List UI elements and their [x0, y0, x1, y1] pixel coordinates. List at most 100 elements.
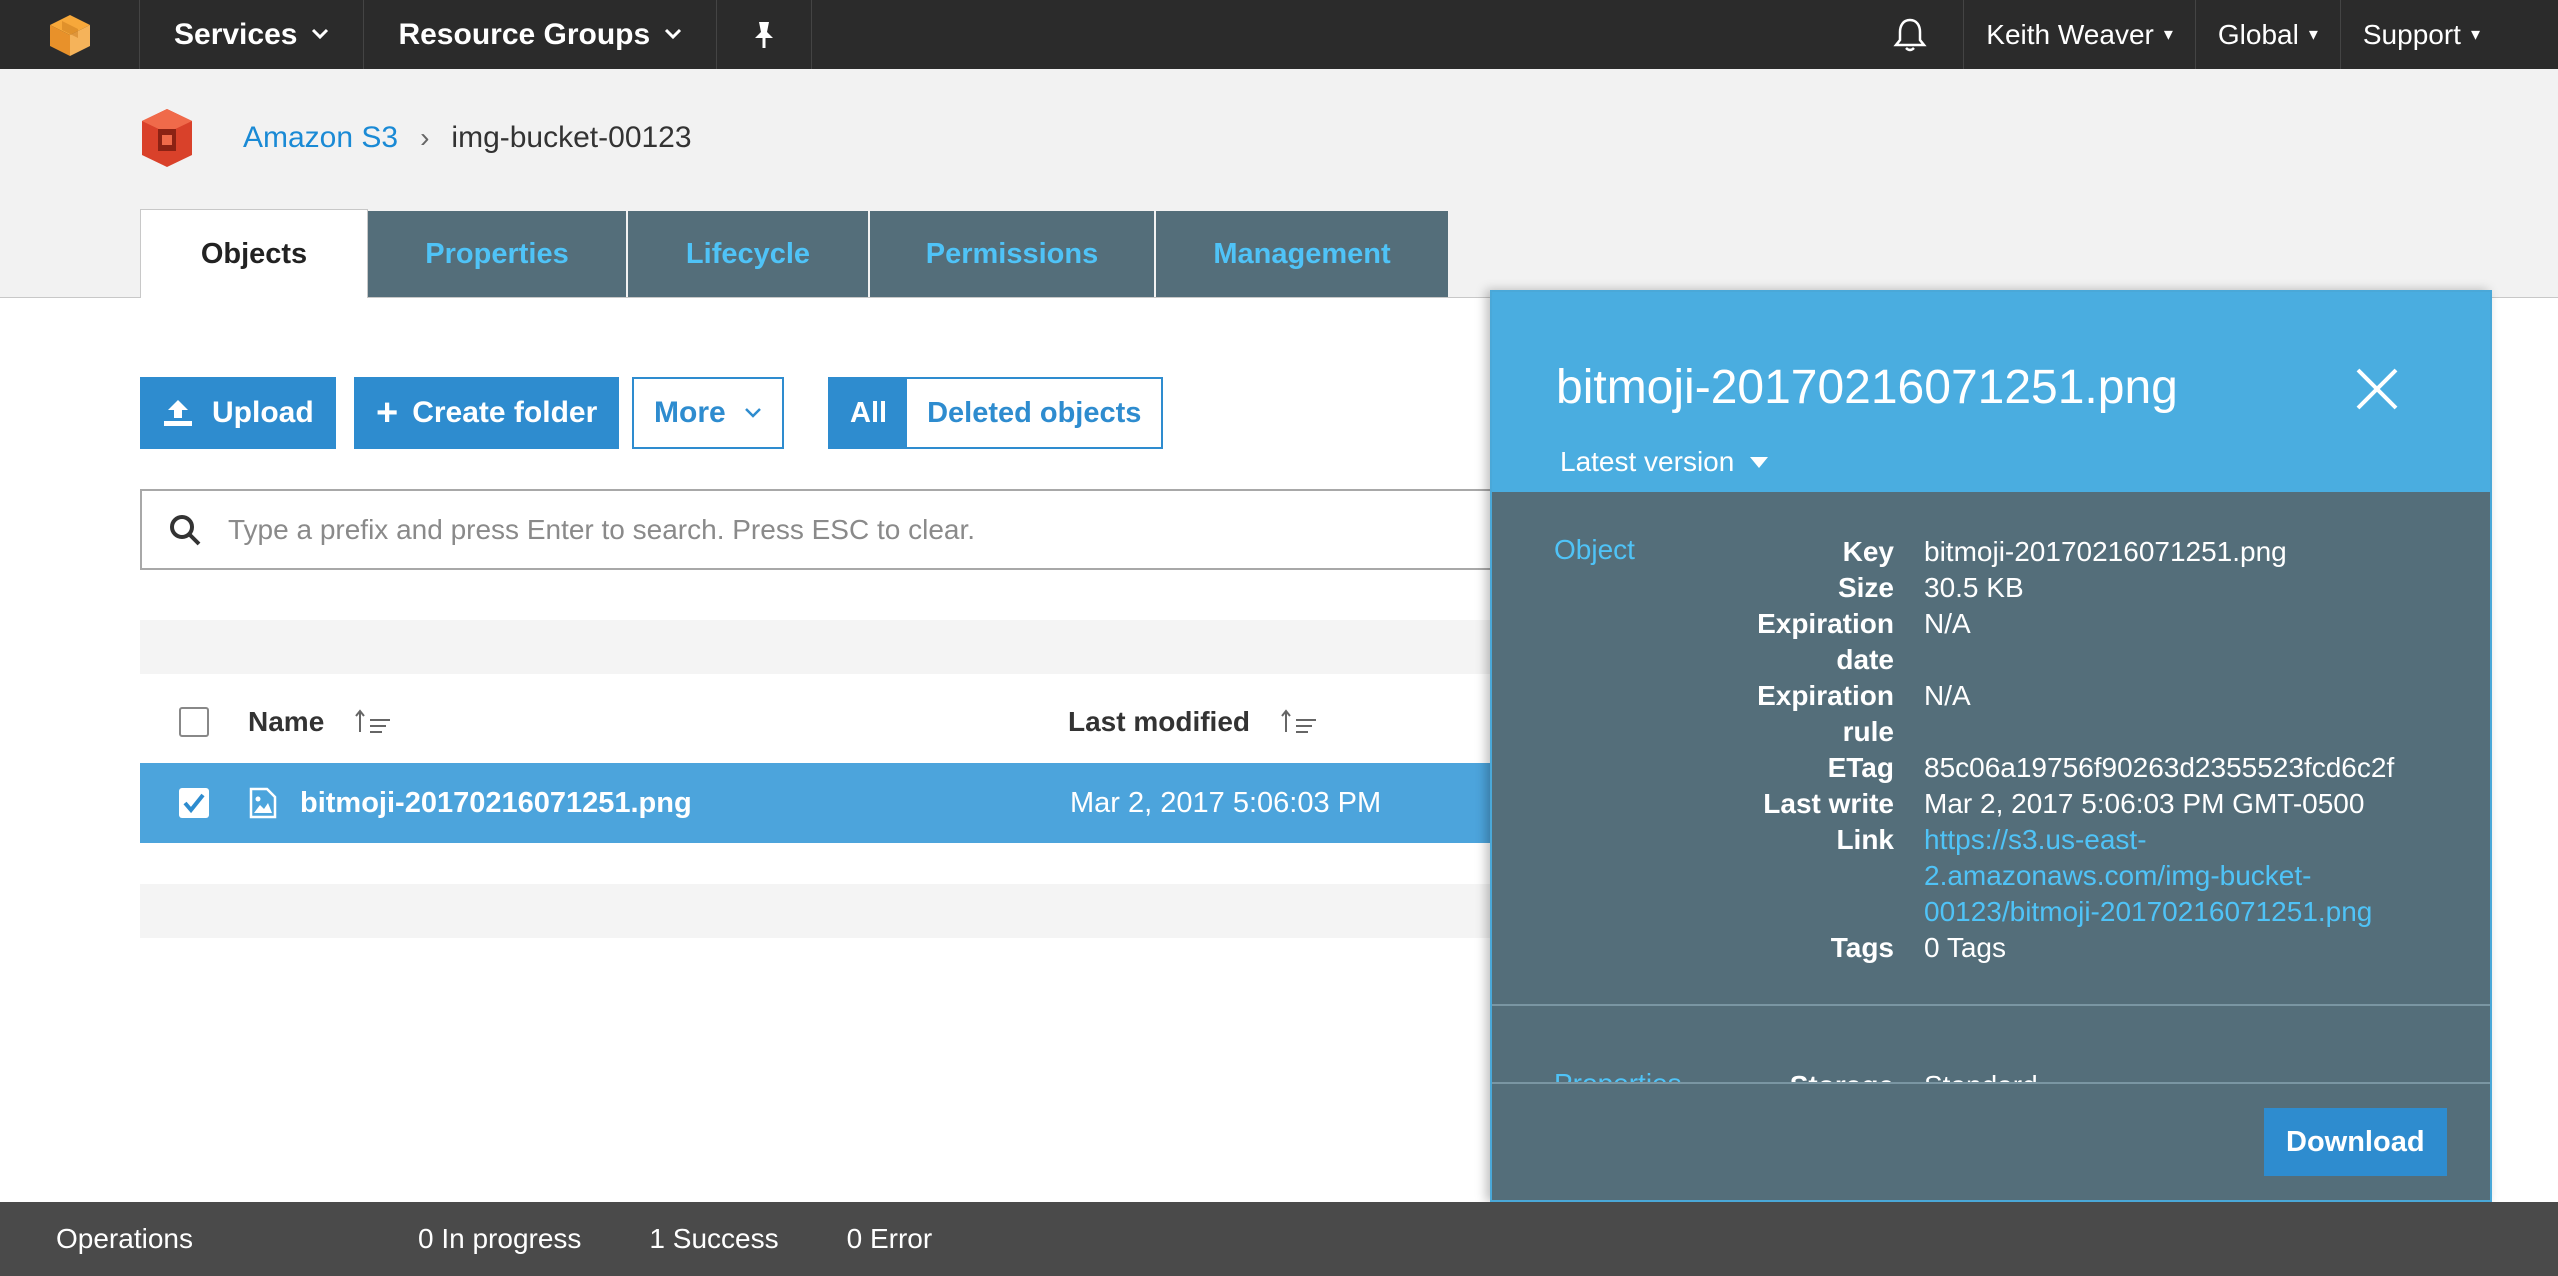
more-button[interactable]: More: [632, 377, 784, 449]
row-last-modified: Mar 2, 2017 5:06:03 PM: [1070, 786, 1382, 819]
breadcrumb-s3-link[interactable]: Amazon S3: [243, 121, 398, 155]
caret-down-icon: ▾: [2470, 24, 2480, 44]
search-input[interactable]: [228, 513, 1428, 546]
field-expiration-rule-label-2: rule: [1842, 716, 1894, 747]
field-expiration-date-label-1: Expiration: [1757, 608, 1894, 639]
create-folder-label: Create folder: [412, 396, 598, 429]
sort-icon: [355, 709, 391, 733]
section-divider: [1492, 1004, 2490, 1006]
region-label: Global: [2217, 18, 2299, 50]
support-menu[interactable]: Support ▾: [2339, 0, 2558, 69]
create-folder-button[interactable]: + Create folder: [354, 377, 620, 449]
column-last-modified-label: Last modified: [1068, 706, 1251, 737]
support-label: Support: [2362, 18, 2461, 50]
chevron-right-icon: ›: [420, 122, 430, 153]
services-menu[interactable]: Services: [140, 0, 365, 69]
row-file-name[interactable]: bitmoji-20170216071251.png: [300, 787, 1070, 820]
in-progress-count[interactable]: 0 In progress: [418, 1223, 581, 1255]
field-expiration-rule-value: N/A: [1924, 680, 1971, 711]
field-tags-value: 0 Tags: [1924, 932, 2006, 963]
table-toolbar-band: [140, 620, 1520, 674]
field-expiration-rule-label-1: Expiration: [1757, 680, 1894, 711]
download-button[interactable]: Download: [2264, 1108, 2447, 1176]
operations-status-bar: Operations 0 In progress 1 Success 0 Err…: [0, 1202, 2558, 1276]
services-label: Services: [174, 17, 298, 51]
more-label: More: [654, 396, 726, 429]
sort-icon: [1281, 709, 1317, 733]
field-size-label: Size: [1837, 572, 1894, 603]
checkmark-icon: [183, 793, 205, 814]
filter-deleted-objects[interactable]: Deleted objects: [907, 379, 1162, 447]
field-etag-value: 85c06a19756f90263d2355523fcd6c2f: [1924, 752, 2395, 783]
user-menu[interactable]: Keith Weaver ▾: [1963, 0, 2195, 69]
column-name-label: Name: [248, 706, 325, 737]
tab-objects[interactable]: Objects: [140, 209, 368, 298]
upload-label: Upload: [212, 396, 314, 429]
caret-down-icon: ▾: [2163, 24, 2173, 44]
resource-groups-menu[interactable]: Resource Groups: [364, 0, 718, 69]
breadcrumb: Amazon S3 › img-bucket-00123: [243, 121, 692, 155]
pin-button[interactable]: [717, 0, 813, 69]
version-filter: All Deleted objects: [828, 377, 1164, 449]
image-file-icon: [249, 787, 277, 819]
tab-management[interactable]: Management: [1156, 211, 1450, 297]
success-count[interactable]: 1 Success: [649, 1223, 778, 1255]
bucket-tabs: Objects Properties Lifecycle Permissions…: [140, 209, 1450, 298]
object-url-line-2: 2.amazonaws.com/img-bucket-: [1924, 860, 2312, 891]
field-etag-label: ETag: [1827, 752, 1894, 783]
s3-logo-icon: [142, 109, 192, 167]
breadcrumb-bucket: img-bucket-00123: [451, 121, 692, 154]
tab-lifecycle[interactable]: Lifecycle: [628, 211, 870, 297]
caret-down-icon: [1750, 456, 1769, 468]
bell-icon: [1893, 18, 1927, 51]
version-dropdown[interactable]: Latest version: [1560, 446, 1769, 478]
tab-permissions[interactable]: Permissions: [870, 211, 1156, 297]
close-icon[interactable]: [2352, 364, 2402, 414]
section-object-label: Object: [1554, 534, 1635, 565]
region-menu[interactable]: Global ▾: [2194, 0, 2340, 69]
filter-all[interactable]: All: [830, 379, 908, 447]
search-box: [140, 489, 1520, 570]
field-expiration-date-value: N/A: [1924, 608, 1971, 639]
chevron-down-icon: [311, 23, 329, 46]
pin-icon: [755, 21, 774, 48]
operations-label[interactable]: Operations: [56, 1223, 418, 1255]
field-link-label: Link: [1836, 824, 1894, 855]
bucket-header: Amazon S3 › img-bucket-00123 Objects Pro…: [0, 69, 2558, 298]
caret-down-icon: ▾: [2308, 24, 2318, 44]
field-key-value: bitmoji-20170216071251.png: [1924, 536, 2287, 567]
aws-logo[interactable]: [0, 0, 140, 69]
top-nav: Services Resource Groups Keith Weaver ▾ …: [0, 0, 2558, 69]
user-name: Keith Weaver: [1986, 18, 2154, 50]
field-last-write-value: Mar 2, 2017 5:06:03 PM GMT-0500: [1924, 788, 2365, 819]
upload-button[interactable]: Upload: [140, 377, 336, 449]
field-size-value: 30.5 KB: [1924, 572, 2024, 603]
select-all-checkbox[interactable]: [179, 707, 209, 737]
table-row[interactable]: bitmoji-20170216071251.png Mar 2, 2017 5…: [140, 763, 1520, 843]
chevron-down-icon: [744, 408, 761, 418]
field-last-write-label: Last write: [1763, 788, 1894, 819]
panel-header: bitmoji-20170216071251.png Latest versio…: [1492, 292, 2490, 492]
chevron-down-icon: [664, 23, 682, 46]
version-label: Latest version: [1560, 446, 1735, 477]
column-name[interactable]: Name: [248, 706, 1068, 738]
field-key-label: Key: [1842, 536, 1894, 567]
upload-icon: [164, 400, 192, 426]
object-url-link[interactable]: https://s3.us-east- 2.amazonaws.com/img-…: [1924, 822, 2424, 930]
object-url-line-1: https://s3.us-east-: [1924, 824, 2147, 855]
panel-title: bitmoji-20170216071251.png: [1556, 361, 2178, 414]
resource-groups-label: Resource Groups: [398, 17, 651, 51]
row-checkbox-checked[interactable]: [179, 788, 209, 818]
field-expiration-date-label-2: date: [1836, 644, 1894, 675]
field-tags-label: Tags: [1830, 932, 1894, 963]
table-footer-band: [140, 884, 1520, 938]
error-count[interactable]: 0 Error: [847, 1223, 933, 1255]
column-last-modified[interactable]: Last modified: [1068, 706, 1320, 738]
tab-properties[interactable]: Properties: [368, 211, 628, 297]
search-icon: [142, 513, 228, 547]
plus-icon: +: [376, 392, 399, 434]
object-detail-panel: bitmoji-20170216071251.png Latest versio…: [1490, 290, 2492, 1202]
notifications-button[interactable]: [1857, 0, 1963, 69]
object-url-line-3: 00123/bitmoji-20170216071251.png: [1924, 896, 2373, 927]
table-header: Name Last modified: [140, 684, 1520, 760]
